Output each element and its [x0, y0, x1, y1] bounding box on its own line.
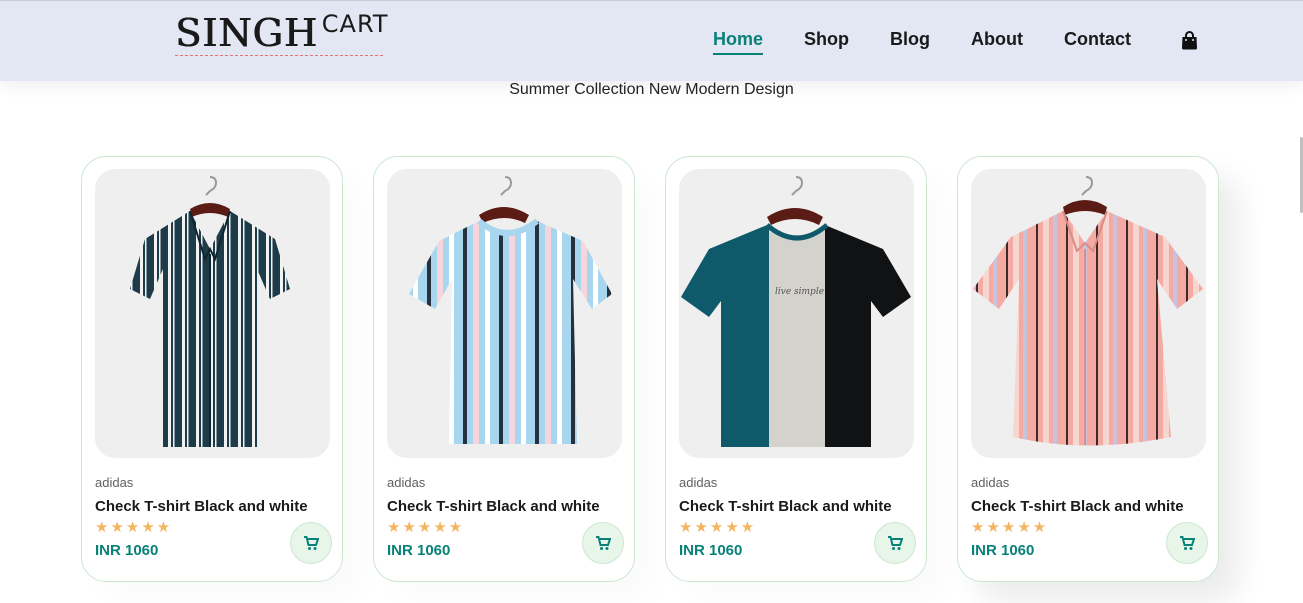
product-name: Check T-shirt Black and white: [971, 498, 1184, 515]
cart-icon: [596, 536, 611, 550]
site-header: SINGH CART Home Shop Blog About Contact: [0, 0, 1303, 81]
product-card[interactable]: adidas Check T-shirt Black and white ★★★…: [957, 156, 1219, 582]
product-brand: adidas: [679, 475, 718, 490]
main-nav: Home Shop Blog About Contact: [713, 29, 1172, 55]
cart-icon: [304, 536, 319, 550]
product-name: Check T-shirt Black and white: [95, 498, 308, 515]
product-photo-pink-striped-shirt: [973, 176, 1203, 446]
product-card[interactable]: adidas Check T-shirt Black and white ★★★…: [373, 156, 635, 582]
rating-stars: ★★★★★: [971, 519, 1049, 536]
product-price: INR 1060: [387, 542, 451, 559]
logo[interactable]: SINGH CART: [175, 11, 389, 57]
svg-text:live simple: live simple: [775, 287, 824, 297]
product-photo-teal-striped-shirt: [130, 176, 290, 447]
rating-stars: ★★★★★: [387, 519, 465, 536]
product-image[interactable]: [971, 169, 1206, 458]
nav-home[interactable]: Home: [713, 29, 764, 55]
cart-icon: [1180, 536, 1195, 550]
product-image[interactable]: [95, 169, 330, 458]
product-price: INR 1060: [95, 542, 159, 559]
logo-sup-text: CART: [321, 10, 389, 38]
add-to-cart-button[interactable]: [1166, 522, 1208, 564]
nav-contact[interactable]: Contact: [1064, 29, 1131, 50]
product-price: INR 1060: [971, 542, 1035, 559]
add-to-cart-button[interactable]: [290, 522, 332, 564]
product-price: INR 1060: [679, 542, 743, 559]
section-subtitle: Summer Collection New Modern Design: [509, 81, 794, 98]
product-photo-colorblock-tshirt: live simple: [681, 176, 911, 447]
nav-blog[interactable]: Blog: [890, 29, 930, 50]
product-image[interactable]: [387, 169, 622, 458]
logo-main-text: SINGH: [175, 11, 318, 55]
rating-stars: ★★★★★: [95, 519, 173, 536]
logo-underline: [175, 55, 383, 56]
product-card[interactable]: adidas Check T-shirt Black and white ★★★…: [81, 156, 343, 582]
product-card[interactable]: live simple adidas Check T-shirt Black a…: [665, 156, 927, 582]
nav-about[interactable]: About: [971, 29, 1023, 50]
product-brand: adidas: [95, 475, 134, 490]
product-brand: adidas: [971, 475, 1010, 490]
product-image[interactable]: live simple: [679, 169, 914, 458]
product-brand: adidas: [387, 475, 426, 490]
product-photo-blue-striped-tshirt: [409, 176, 612, 444]
shopping-bag-icon[interactable]: [1181, 31, 1198, 50]
nav-shop[interactable]: Shop: [804, 29, 849, 50]
product-name: Check T-shirt Black and white: [387, 498, 600, 515]
product-name: Check T-shirt Black and white: [679, 498, 892, 515]
add-to-cart-button[interactable]: [874, 522, 916, 564]
cart-icon: [888, 536, 903, 550]
add-to-cart-button[interactable]: [582, 522, 624, 564]
rating-stars: ★★★★★: [679, 519, 757, 536]
